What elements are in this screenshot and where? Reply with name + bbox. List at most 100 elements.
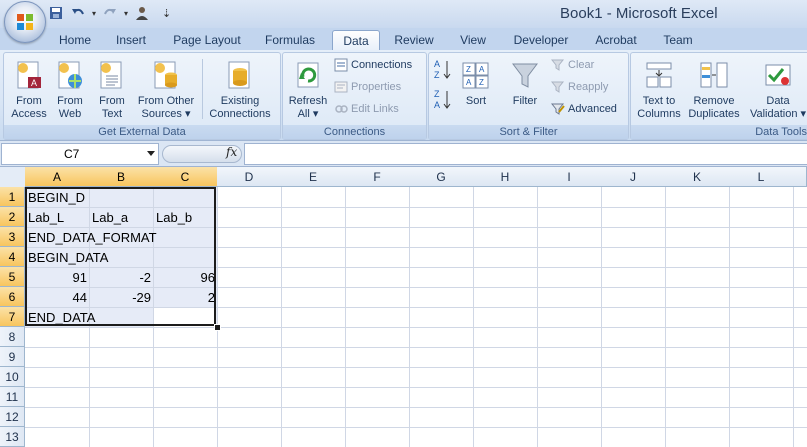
row-header-5[interactable]: 5 [0, 267, 25, 287]
gridline [25, 327, 807, 328]
refresh-all-button[interactable]: Refresh All ▾ [286, 59, 330, 121]
text-to-columns-label-1: Text to [642, 95, 676, 107]
text-to-columns-button[interactable]: Text to Columns [633, 59, 685, 121]
column-header-d[interactable]: D [217, 167, 282, 187]
data-validation-button[interactable]: Data Validation ▾ [747, 59, 807, 121]
separator [202, 59, 203, 119]
row-header-9[interactable]: 9 [0, 347, 25, 367]
tab-review[interactable]: Review [388, 30, 440, 50]
chevron-down-icon[interactable] [147, 151, 155, 156]
office-button[interactable] [4, 1, 46, 43]
row-header-8[interactable]: 8 [0, 327, 25, 347]
remove-duplicates-label-1: Remove [693, 95, 735, 107]
reapply-label: Reapply [568, 81, 609, 93]
from-access-button[interactable]: A From Access [7, 59, 51, 121]
data-validation-label-1: Data [766, 95, 790, 107]
save-icon[interactable] [48, 5, 64, 21]
sort-z-to-a-button[interactable]: ZA [433, 89, 453, 110]
selection-border [25, 187, 216, 326]
column-header-i[interactable]: I [537, 167, 602, 187]
properties-button[interactable]: Properties [334, 79, 401, 95]
column-header-c[interactable]: C [153, 167, 218, 187]
column-header-j[interactable]: J [601, 167, 666, 187]
text-to-columns-icon [646, 62, 672, 88]
undo-icon[interactable] [70, 5, 86, 21]
redo-dropdown-icon[interactable]: ▾ [124, 9, 128, 18]
tab-view[interactable]: View [450, 30, 496, 50]
tab-data[interactable]: Data [332, 30, 380, 51]
from-other-label-2: Sources ▾ [141, 108, 191, 120]
from-other-sources-button[interactable]: From Other Sources ▾ [132, 59, 200, 121]
gridline [217, 187, 218, 447]
existing-label-1: Existing [220, 95, 260, 107]
text-file-icon [100, 61, 122, 89]
reapply-icon [551, 81, 565, 93]
formula-input[interactable] [244, 143, 807, 165]
refresh-label-1: Refresh [288, 95, 328, 107]
row-header-6[interactable]: 6 [0, 287, 25, 307]
row-header-13[interactable]: 13 [0, 427, 25, 447]
tab-page-layout[interactable]: Page Layout [168, 30, 246, 50]
group-data-tools: Text to Columns Remove Duplicates Data V… [630, 52, 807, 140]
row-header-1[interactable]: 1 [0, 187, 25, 207]
name-box[interactable]: C7 [1, 143, 159, 165]
filter-funnel-icon [512, 63, 538, 88]
column-header-e[interactable]: E [281, 167, 346, 187]
edit-links-button[interactable]: Edit Links [334, 101, 399, 117]
svg-text:Z: Z [434, 89, 440, 99]
tab-developer[interactable]: Developer [506, 30, 576, 50]
column-header-h[interactable]: H [473, 167, 538, 187]
select-all-button[interactable] [0, 167, 26, 188]
row-header-2[interactable]: 2 [0, 207, 25, 227]
reapply-button[interactable]: Reapply [551, 79, 608, 95]
filter-button[interactable]: Filter [507, 59, 543, 108]
gridline [473, 187, 474, 447]
group-connections: Refresh All ▾ Connections Properties Edi… [282, 52, 427, 140]
tab-acrobat[interactable]: Acrobat [586, 30, 646, 50]
sort-button[interactable]: ZAAZ Sort [459, 59, 493, 108]
row-header-12[interactable]: 12 [0, 407, 25, 427]
row-header-4[interactable]: 4 [0, 247, 25, 267]
remove-duplicates-label-2: Duplicates [688, 108, 740, 120]
tab-insert[interactable]: Insert [108, 30, 154, 50]
row-header-3[interactable]: 3 [0, 227, 25, 247]
row-header-7[interactable]: 7 [0, 307, 25, 327]
insert-function-icon[interactable]: fx [226, 145, 237, 159]
advanced-filter-icon [551, 103, 565, 115]
tab-formulas[interactable]: Formulas [256, 30, 324, 50]
column-header-b[interactable]: B [89, 167, 154, 187]
clear-label: Clear [568, 59, 595, 71]
connections-button[interactable]: Connections [334, 57, 412, 73]
undo-dropdown-icon[interactable]: ▾ [92, 9, 96, 18]
column-header-f[interactable]: F [345, 167, 410, 187]
quick-access-toolbar: ▾ ▾ ⇣ [48, 3, 171, 23]
fill-handle[interactable] [214, 324, 221, 331]
tab-team[interactable]: Team [654, 30, 702, 50]
tab-home[interactable]: Home [52, 30, 98, 50]
gridline [25, 387, 807, 388]
row-header-10[interactable]: 10 [0, 367, 25, 387]
from-web-button[interactable]: From Web [50, 59, 90, 121]
customize-qat-icon[interactable]: ⇣ [162, 7, 171, 20]
column-header-k[interactable]: K [665, 167, 730, 187]
from-text-button[interactable]: From Text [92, 59, 132, 121]
sort-a-to-z-button[interactable]: AZ [433, 59, 453, 80]
gridline [729, 187, 730, 447]
text-to-columns-label-2: Columns [637, 108, 681, 120]
column-header-m[interactable] [793, 167, 807, 187]
properties-icon [334, 81, 348, 93]
svg-text:Z: Z [479, 78, 484, 87]
user-icon[interactable] [134, 5, 150, 21]
column-header-l[interactable]: L [729, 167, 794, 187]
row-header-11[interactable]: 11 [0, 387, 25, 407]
column-header-g[interactable]: G [409, 167, 474, 187]
clear-filter-button[interactable]: Clear [551, 57, 594, 73]
data-validation-label-2: Validation ▾ [749, 108, 807, 120]
from-access-label-2: Access [11, 108, 47, 120]
sort-ascending-icon: AZ [434, 59, 451, 80]
redo-icon[interactable] [102, 5, 118, 21]
advanced-filter-button[interactable]: Advanced [551, 101, 617, 117]
existing-connections-button[interactable]: Existing Connections [206, 59, 274, 121]
column-header-a[interactable]: A [25, 167, 90, 187]
remove-duplicates-button[interactable]: Remove Duplicates [685, 59, 743, 121]
